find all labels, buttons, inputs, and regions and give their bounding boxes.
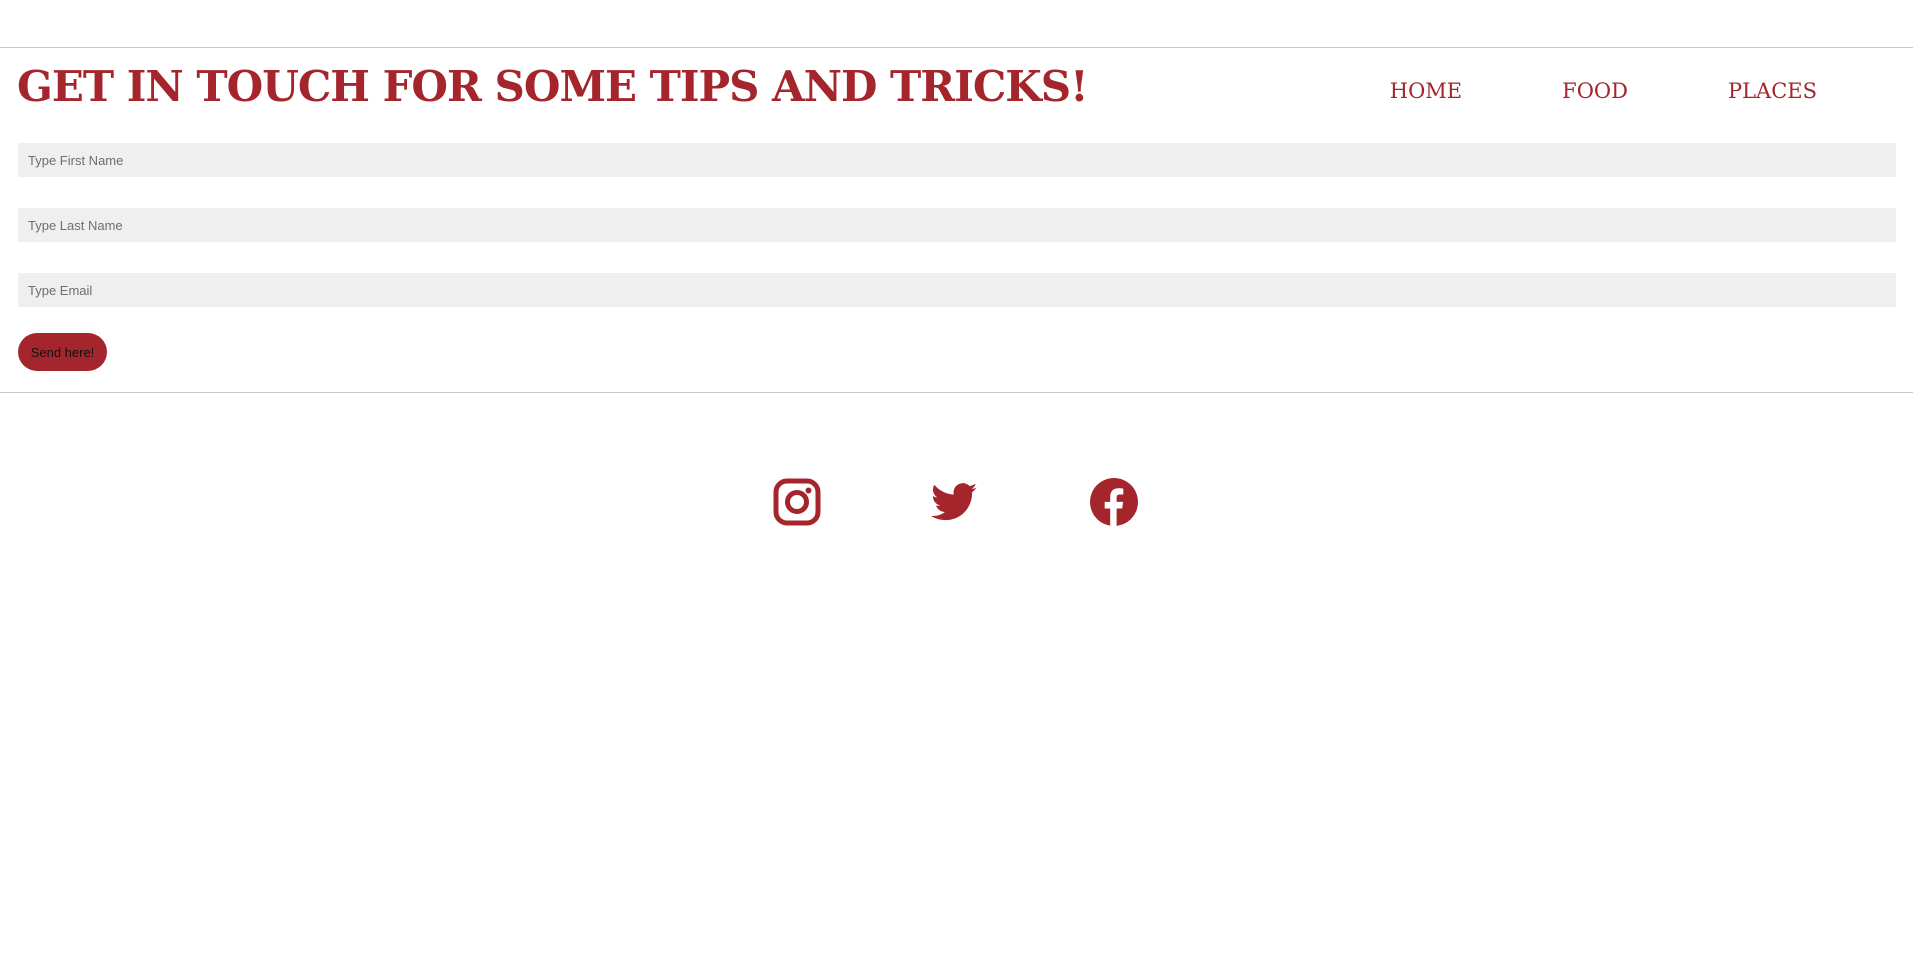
- first-name-input[interactable]: [18, 143, 1896, 177]
- nav-item-home[interactable]: HOME: [1390, 76, 1462, 106]
- contact-form: Send here!: [18, 143, 1896, 371]
- instagram-icon: [773, 478, 821, 526]
- nav-item-places[interactable]: PLACES: [1728, 76, 1817, 106]
- email-input[interactable]: [18, 273, 1896, 307]
- twitter-link[interactable]: [928, 476, 980, 528]
- site-header: GET IN TOUCH FOR SOME TIPS AND TRICKS! H…: [0, 48, 1913, 128]
- form-bottom-divider: [0, 392, 1913, 393]
- contact-page: GET IN TOUCH FOR SOME TIPS AND TRICKS! H…: [0, 0, 1913, 964]
- send-button[interactable]: Send here!: [18, 333, 107, 371]
- twitter-icon: [931, 483, 977, 521]
- last-name-input[interactable]: [18, 208, 1896, 242]
- facebook-icon: [1090, 478, 1138, 526]
- nav-item-food[interactable]: FOOD: [1562, 76, 1628, 106]
- instagram-link[interactable]: [771, 476, 823, 528]
- facebook-link[interactable]: [1088, 476, 1140, 528]
- main-nav: HOME FOOD PLACES: [1290, 76, 1817, 106]
- social-links: [0, 476, 1913, 528]
- page-title: GET IN TOUCH FOR SOME TIPS AND TRICKS!: [17, 62, 1089, 111]
